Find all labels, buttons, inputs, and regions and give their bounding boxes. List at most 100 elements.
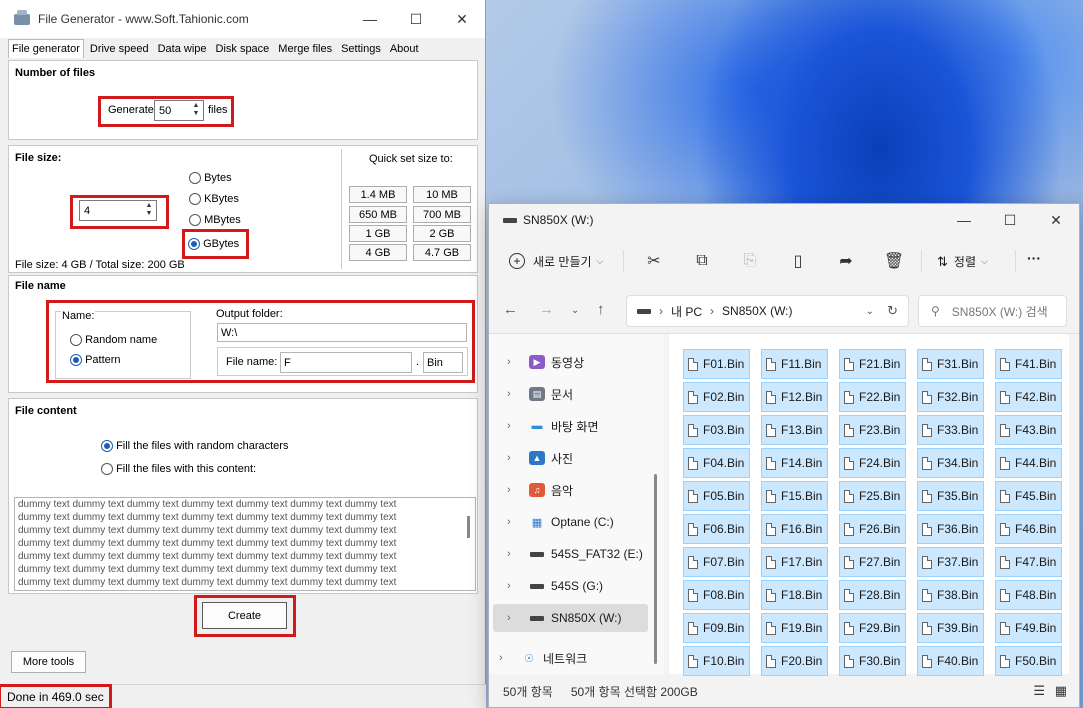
file-item[interactable]: F39.Bin bbox=[917, 613, 984, 643]
file-item[interactable]: F27.Bin bbox=[839, 547, 906, 577]
file-item[interactable]: F30.Bin bbox=[839, 646, 906, 676]
file-item[interactable]: F48.Bin bbox=[995, 580, 1062, 610]
copy-icon[interactable]: ⧉ bbox=[689, 248, 715, 274]
file-item[interactable]: F09.Bin bbox=[683, 613, 750, 643]
expand-chevron-icon[interactable]: › bbox=[507, 388, 521, 400]
recent-chevron-icon[interactable]: ⌄ bbox=[571, 305, 579, 316]
file-item[interactable]: F26.Bin bbox=[839, 514, 906, 544]
file-item[interactable]: F44.Bin bbox=[995, 448, 1062, 478]
more-options-icon[interactable]: ··· bbox=[1027, 250, 1041, 266]
file-size-stepper[interactable]: 4 ▲ ▼ bbox=[79, 200, 157, 221]
more-tools-button[interactable]: More tools bbox=[11, 651, 86, 673]
stepper-arrows-icon[interactable]: ▲ ▼ bbox=[191, 102, 201, 119]
share-icon[interactable]: ➦ bbox=[833, 248, 859, 274]
file-item[interactable]: F22.Bin bbox=[839, 382, 906, 412]
file-name-input[interactable]: F bbox=[280, 352, 412, 373]
quick-set-700mb[interactable]: 700 MB bbox=[413, 206, 471, 223]
file-item[interactable]: F03.Bin bbox=[683, 415, 750, 445]
nav-item[interactable]: › ▶ 동영상 bbox=[493, 348, 648, 376]
file-item[interactable]: F33.Bin bbox=[917, 415, 984, 445]
file-item[interactable]: F31.Bin bbox=[917, 349, 984, 379]
breadcrumb-this-pc[interactable]: 내 PC bbox=[671, 303, 702, 320]
close-button[interactable]: ✕ bbox=[1033, 204, 1079, 236]
file-item[interactable]: F28.Bin bbox=[839, 580, 906, 610]
back-arrow-icon[interactable]: ← bbox=[503, 301, 518, 318]
paste-icon[interactable]: ⎘ bbox=[737, 248, 763, 274]
file-item[interactable]: F41.Bin bbox=[995, 349, 1062, 379]
unit-kbytes[interactable]: KBytes bbox=[189, 193, 239, 206]
file-item[interactable]: F14.Bin bbox=[761, 448, 828, 478]
nav-item[interactable]: › ▤ 문서 bbox=[493, 380, 648, 408]
file-item[interactable]: F36.Bin bbox=[917, 514, 984, 544]
maximize-button[interactable]: ☐ bbox=[987, 204, 1033, 236]
expand-chevron-icon[interactable]: › bbox=[507, 356, 521, 368]
nav-item[interactable]: › 545S (G:) bbox=[493, 572, 648, 600]
quick-set-1-4mb[interactable]: 1.4 MB bbox=[349, 186, 407, 203]
rename-icon[interactable]: ▯ bbox=[785, 248, 811, 274]
nav-item[interactable]: › ▲ 사진 bbox=[493, 444, 648, 472]
extension-input[interactable]: Bin bbox=[423, 352, 463, 373]
tab-data-wipe[interactable]: Data wipe bbox=[155, 41, 210, 58]
file-item[interactable]: F16.Bin bbox=[761, 514, 828, 544]
sort-button[interactable]: ⇅ 정렬 ⌵ bbox=[937, 253, 988, 270]
expand-chevron-icon[interactable]: › bbox=[507, 548, 521, 560]
search-input[interactable]: ⚲ SN850X (W:) 검색 bbox=[918, 295, 1067, 327]
tab-disk-space[interactable]: Disk space bbox=[213, 41, 273, 58]
file-item[interactable]: F04.Bin bbox=[683, 448, 750, 478]
quick-set-2gb[interactable]: 2 GB bbox=[413, 225, 471, 242]
minimize-button[interactable]: — bbox=[347, 0, 393, 38]
quick-set-4-7gb[interactable]: 4.7 GB bbox=[413, 244, 471, 261]
expand-chevron-icon[interactable]: › bbox=[507, 452, 521, 464]
refresh-icon[interactable]: ↻ bbox=[887, 303, 898, 319]
file-item[interactable]: F40.Bin bbox=[917, 646, 984, 676]
minimize-button[interactable]: — bbox=[941, 204, 987, 236]
file-item[interactable]: F17.Bin bbox=[761, 547, 828, 577]
unit-gbytes[interactable]: GBytes bbox=[182, 229, 249, 259]
expand-chevron-icon[interactable]: › bbox=[507, 612, 521, 624]
address-bar[interactable]: › 내 PC › SN850X (W:) ⌄ ↻ bbox=[626, 295, 909, 327]
expand-chevron-icon[interactable]: › bbox=[507, 580, 521, 592]
file-item[interactable]: F38.Bin bbox=[917, 580, 984, 610]
random-content-option[interactable]: Fill the files with random characters bbox=[101, 440, 288, 453]
close-button[interactable]: ✕ bbox=[439, 0, 485, 38]
quick-set-650mb[interactable]: 650 MB bbox=[349, 206, 407, 223]
nav-item[interactable]: › ▦ Optane (C:) bbox=[493, 508, 648, 536]
file-item[interactable]: F23.Bin bbox=[839, 415, 906, 445]
textarea-scrollbar[interactable] bbox=[467, 516, 470, 538]
file-item[interactable]: F05.Bin bbox=[683, 481, 750, 511]
tab-about[interactable]: About bbox=[387, 41, 422, 58]
create-button[interactable]: Create bbox=[202, 602, 287, 629]
file-item[interactable]: F35.Bin bbox=[917, 481, 984, 511]
file-item[interactable]: F43.Bin bbox=[995, 415, 1062, 445]
delete-icon[interactable]: 🗑 bbox=[881, 248, 907, 274]
forward-arrow-icon[interactable]: → bbox=[539, 301, 554, 318]
nav-item[interactable]: › ▬ 바탕 화면 bbox=[493, 412, 648, 440]
content-textarea[interactable]: dummy text dummy text dummy text dummy t… bbox=[14, 497, 476, 591]
file-item[interactable]: F12.Bin bbox=[761, 382, 828, 412]
maximize-button[interactable]: ☐ bbox=[393, 0, 439, 38]
unit-mbytes[interactable]: MBytes bbox=[189, 214, 241, 227]
tiles-view-icon[interactable]: ▦ bbox=[1055, 683, 1067, 699]
nav-item[interactable]: › SN850X (W:) bbox=[493, 604, 648, 632]
file-item[interactable]: F13.Bin bbox=[761, 415, 828, 445]
file-item[interactable]: F06.Bin bbox=[683, 514, 750, 544]
file-item[interactable]: F18.Bin bbox=[761, 580, 828, 610]
new-button[interactable]: + 새로 만들기 ⌵ bbox=[509, 249, 603, 273]
nav-scrollbar[interactable] bbox=[654, 474, 657, 664]
file-item[interactable]: F25.Bin bbox=[839, 481, 906, 511]
stepper-arrows-icon[interactable]: ▲ ▼ bbox=[144, 202, 154, 219]
file-item[interactable]: F15.Bin bbox=[761, 481, 828, 511]
file-item[interactable]: F46.Bin bbox=[995, 514, 1062, 544]
file-item[interactable]: F01.Bin bbox=[683, 349, 750, 379]
tab-settings[interactable]: Settings bbox=[338, 41, 384, 58]
tab-file-generator[interactable]: File generator bbox=[8, 39, 84, 58]
quick-set-10mb[interactable]: 10 MB bbox=[413, 186, 471, 203]
tab-drive-speed[interactable]: Drive speed bbox=[87, 41, 152, 58]
quick-set-4gb[interactable]: 4 GB bbox=[349, 244, 407, 261]
unit-bytes[interactable]: Bytes bbox=[189, 172, 232, 185]
file-item[interactable]: F47.Bin bbox=[995, 547, 1062, 577]
file-item[interactable]: F34.Bin bbox=[917, 448, 984, 478]
file-item[interactable]: F50.Bin bbox=[995, 646, 1062, 676]
file-item[interactable]: F10.Bin bbox=[683, 646, 750, 676]
expand-chevron-icon[interactable]: › bbox=[507, 484, 521, 496]
